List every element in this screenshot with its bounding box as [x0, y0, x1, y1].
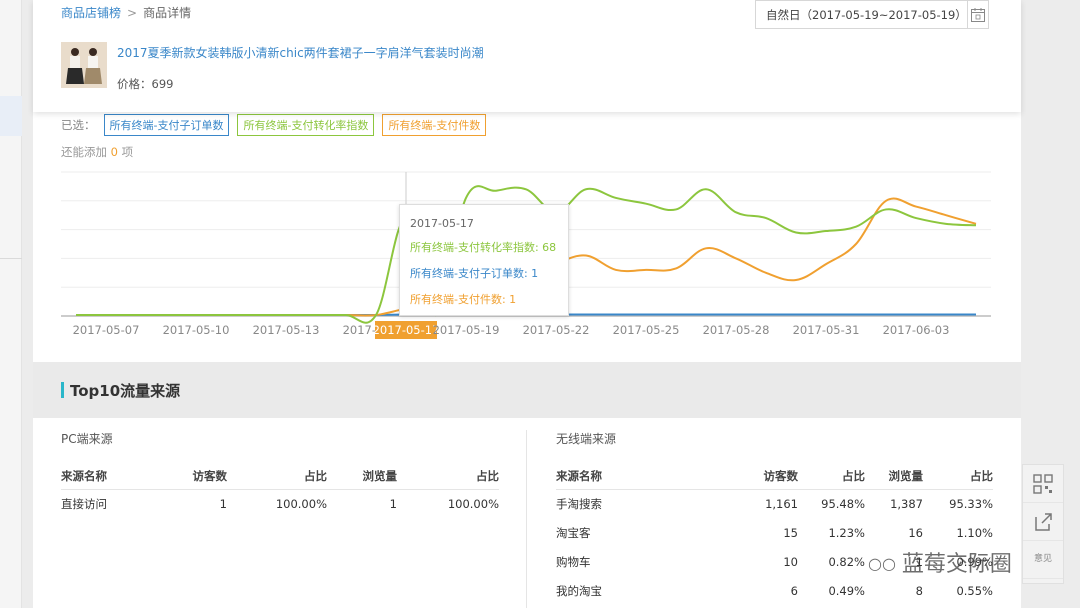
product-title-link[interactable]: 2017夏季新款女装韩版小清新chic两件套裙子一字肩洋气套装时尚潮 [117, 44, 484, 61]
pageviews: 16 [908, 525, 923, 540]
source-name[interactable]: 手淘搜索 [556, 489, 660, 518]
x-tick-label: 2017-05-28 [703, 323, 770, 337]
x-tick-label: 2017-05-31 [793, 323, 860, 337]
ratio2: 95.33% [949, 496, 993, 511]
mobile-source-panel: 无线端来源 来源名称 访客数 占比 浏览量 占比 手淘搜索 1,161 95.4… [556, 430, 993, 605]
pc-source-table: 来源名称 访客数 占比 浏览量 占比 直接访问 1 100.00% 1 100.… [61, 463, 499, 518]
add-suffix: 项 [121, 145, 134, 159]
tooltip-row-conversion: 所有终端-支付转化率指数: 68 [410, 241, 557, 254]
mobile-col-name: 来源名称 [556, 463, 660, 490]
section-accent-bar [61, 382, 64, 398]
x-tick-label: 2017-06-03 [883, 323, 950, 337]
wechat-icon: ○○ [868, 554, 896, 573]
mobile-source-title: 无线端来源 [556, 432, 617, 446]
left-sidebar [0, 0, 22, 608]
x-tick-label: 2017-05-19 [433, 323, 500, 337]
product-price: 价格：699 [117, 77, 174, 91]
watermark-text: 蓝莓交际圈 [901, 552, 1012, 577]
source-name[interactable]: 购物车 [556, 547, 660, 576]
add-metric-hint: 还能添加 0 项 [61, 144, 133, 160]
metric-tag-orders[interactable]: 所有终端-支付子订单数 [103, 114, 230, 136]
metric-tag-pieces[interactable]: 所有终端-支付件数 [382, 114, 487, 136]
visitors: 6 [790, 583, 798, 598]
mobile-col-ratio[interactable]: 占比 [798, 463, 865, 490]
share-icon[interactable] [1023, 503, 1063, 541]
pc-source-title: PC端来源 [61, 432, 113, 446]
visitors: 1 [219, 496, 227, 511]
x-tick-label: 2017-05-07 [73, 323, 140, 337]
ratio2: 1.10% [956, 525, 993, 540]
tooltip-row-pieces: 所有终端-支付件数: 1 [410, 293, 517, 306]
pc-col-name: 来源名称 [61, 463, 143, 490]
breadcrumb-separator: > [127, 6, 138, 20]
highlight-tick-label: 2017-05-17 [373, 323, 440, 337]
chart-tooltip: 2017-05-17 所有终端-支付转化率指数: 68 所有终端-支付子订单数:… [399, 204, 569, 316]
ratio: 0.49% [828, 583, 865, 598]
source-name[interactable]: 淘宝客 [556, 518, 660, 547]
sidebar-divider [0, 258, 22, 259]
visitors: 15 [783, 525, 798, 540]
x-tick-label: 2017-05-22 [523, 323, 590, 337]
visitors: 1,161 [765, 496, 798, 511]
product-header-card: 商品店铺榜 > 商品详情 自然日（2017-05-19~2017-05-19） 20… [33, 0, 1021, 112]
pc-col-ratio[interactable]: 占比 [227, 463, 327, 490]
pageviews: 8 [915, 583, 923, 598]
floating-toolbar: 意见 [1022, 464, 1064, 584]
breadcrumb-parent-link[interactable]: 商品店铺榜 [61, 6, 121, 20]
x-tick-label: 2017-05-25 [613, 323, 680, 337]
table-row: 淘宝客 15 1.23% 16 1.10% [556, 518, 993, 547]
date-range-picker[interactable]: 自然日（2017-05-19~2017-05-19） [755, 0, 989, 29]
ratio2: 100.00% [447, 496, 499, 511]
table-row: 我的淘宝 6 0.49% 8 0.55% [556, 576, 993, 605]
calendar-icon[interactable] [966, 1, 988, 28]
ratio: 95.48% [821, 496, 865, 511]
tooltip-row-orders: 所有终端-支付子订单数: 1 [410, 267, 539, 280]
product-thumbnail[interactable] [61, 42, 107, 88]
breadcrumb-current: 商品详情 [143, 6, 192, 20]
pageviews: 1 [389, 496, 397, 511]
qrcode-icon[interactable] [1023, 465, 1063, 503]
mobile-col-ratio2[interactable]: 占比 [923, 463, 993, 490]
pc-source-panel: PC端来源 来源名称 访客数 占比 浏览量 占比 直接访问 1 100.00% … [61, 430, 499, 518]
ratio: 0.82% [828, 554, 865, 569]
mobile-source-table: 来源名称 访客数 占比 浏览量 占比 手淘搜索 1,161 95.48% 1,3… [556, 463, 993, 605]
pc-col-ratio2[interactable]: 占比 [397, 463, 499, 490]
table-row: 直接访问 1 100.00% 1 100.00% [61, 489, 499, 518]
ratio: 1.23% [828, 525, 865, 540]
panel-divider [526, 430, 527, 608]
ratio2: 0.55% [956, 583, 993, 598]
metric-tag-conversion[interactable]: 所有终端-支付转化率指数 [237, 114, 375, 136]
pc-col-pageviews[interactable]: 浏览量 [327, 463, 397, 490]
ratio: 100.00% [275, 496, 327, 511]
traffic-source-section-header: Top10流量来源 [33, 362, 1021, 418]
feedback-button[interactable]: 意见 [1023, 541, 1063, 579]
visitors: 10 [783, 554, 798, 569]
table-row: 手淘搜索 1,161 95.48% 1,387 95.33% [556, 489, 993, 518]
section-title: Top10流量来源 [70, 382, 181, 400]
x-tick-label: 2017-05-13 [253, 323, 320, 337]
pageviews: 1,387 [890, 496, 923, 511]
add-count: 0 [110, 145, 118, 159]
source-name[interactable]: 直接访问 [61, 489, 143, 518]
tooltip-date: 2017-05-17 [410, 217, 474, 230]
breadcrumb: 商品店铺榜 > 商品详情 [61, 4, 191, 21]
x-tick-label: 2017-05-10 [163, 323, 230, 337]
pc-col-visitors[interactable]: 访客数 [143, 463, 227, 490]
mobile-col-visitors[interactable]: 访客数 [660, 463, 798, 490]
selected-label: 已选： [61, 118, 96, 132]
watermark: ○○ 蓝莓交际圈 [868, 546, 1012, 578]
selected-metrics: 已选： 所有终端-支付子订单数 所有终端-支付转化率指数 所有终端-支付件数 [61, 114, 494, 136]
source-name[interactable]: 我的淘宝 [556, 576, 660, 605]
date-range-text: 自然日（2017-05-19~2017-05-19） [766, 7, 967, 22]
mobile-col-pageviews[interactable]: 浏览量 [865, 463, 923, 490]
add-prefix: 还能添加 [61, 145, 107, 159]
sidebar-active-item[interactable] [0, 96, 22, 136]
main-panel: 商品店铺榜 > 商品详情 自然日（2017-05-19~2017-05-19） 20… [33, 0, 1021, 608]
